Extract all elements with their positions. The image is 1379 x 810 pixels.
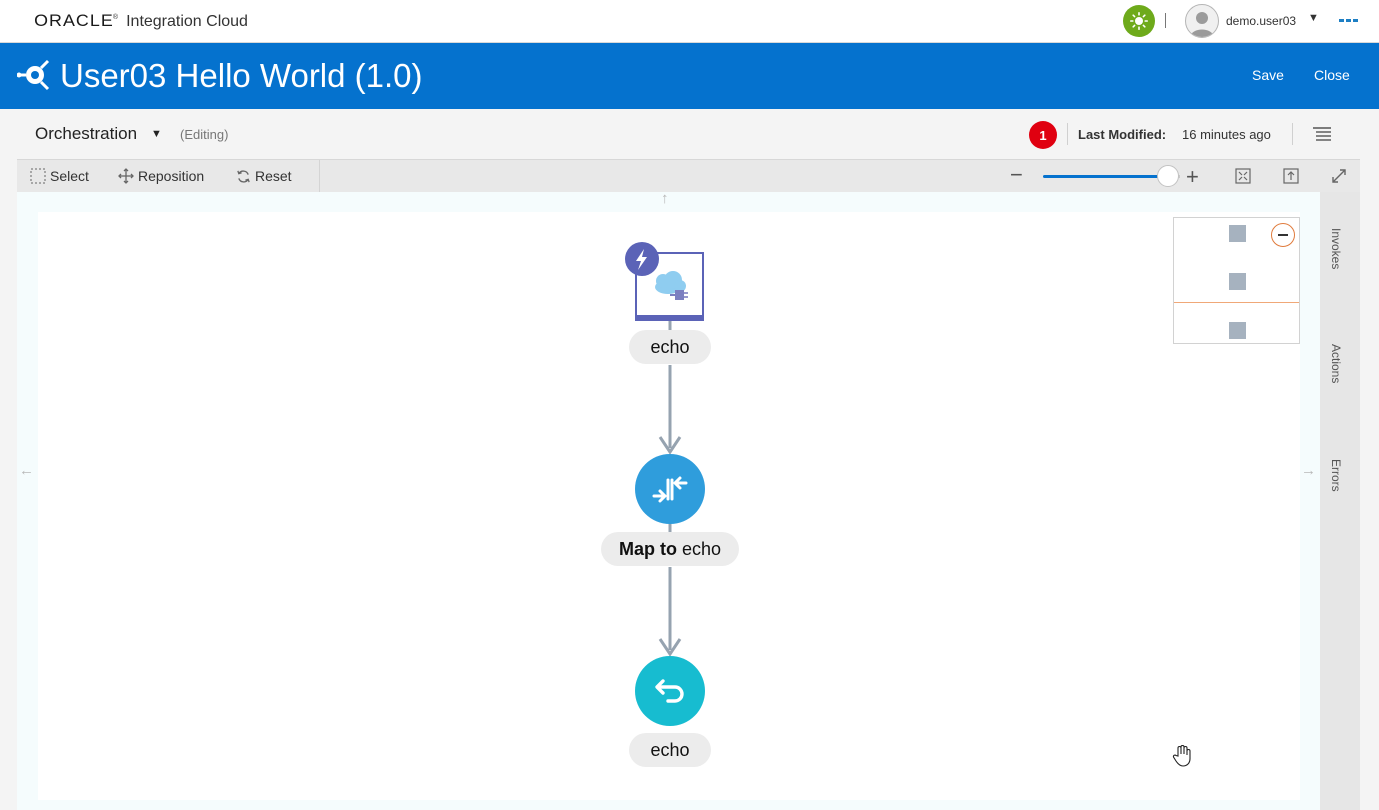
chevron-down-icon[interactable]: ▼ xyxy=(1308,12,1319,24)
close-button[interactable]: Close xyxy=(1314,67,1350,83)
avatar[interactable] xyxy=(1185,4,1219,38)
zoom-out-button[interactable]: − xyxy=(1010,164,1023,186)
scroll-right-arrow[interactable]: → xyxy=(1301,462,1316,479)
trigger-node-label[interactable]: echo xyxy=(629,330,711,364)
username[interactable]: demo.user03 xyxy=(1226,14,1296,28)
divider xyxy=(319,160,320,192)
fit-to-screen-icon[interactable] xyxy=(1235,168,1251,184)
save-button[interactable]: Save xyxy=(1252,67,1284,83)
map-node[interactable] xyxy=(634,453,706,525)
hand-cursor-icon xyxy=(1172,745,1191,767)
sun-icon[interactable] xyxy=(1123,5,1155,37)
more-icon[interactable] xyxy=(1339,19,1358,22)
return-node[interactable] xyxy=(634,655,706,727)
canvas-toolbar: Select Reposition Reset − + xyxy=(17,159,1360,192)
mode-label: (Editing) xyxy=(180,127,229,142)
oracle-logo: ORACLE ® Integration Cloud xyxy=(34,11,248,31)
integration-title: User03 Hello World (1.0) xyxy=(60,57,423,94)
list-icon[interactable] xyxy=(1313,127,1331,141)
divider xyxy=(1067,123,1068,145)
map-node-label[interactable]: Map to echo xyxy=(601,532,739,566)
zoom-in-button[interactable]: + xyxy=(1186,164,1199,190)
minimap-node xyxy=(1229,322,1246,339)
chevron-down-icon[interactable]: ▼ xyxy=(151,128,162,140)
move-icon xyxy=(118,168,134,184)
select-tool[interactable]: Select xyxy=(30,168,89,184)
integration-icon xyxy=(17,59,50,91)
select-icon xyxy=(30,168,46,184)
tab-actions[interactable]: Actions xyxy=(1329,344,1343,383)
center-icon[interactable] xyxy=(1283,168,1299,184)
refresh-icon xyxy=(237,169,250,183)
select-label: Select xyxy=(50,168,89,184)
tab-invokes[interactable]: Invokes xyxy=(1329,228,1343,269)
reposition-tool[interactable]: Reposition xyxy=(118,168,204,184)
reset-tool[interactable]: Reset xyxy=(236,168,292,184)
zoom-slider-handle[interactable] xyxy=(1157,165,1179,187)
node-label-text: echo xyxy=(650,336,690,357)
return-node-label[interactable]: echo xyxy=(629,733,711,767)
scroll-left-arrow[interactable]: ← xyxy=(19,462,34,479)
node-label-text: echo xyxy=(650,739,690,760)
integration-header: User03 Hello World (1.0) Save Close xyxy=(0,43,1379,109)
minimap-node xyxy=(1229,225,1246,242)
last-modified-label: Last Modified: xyxy=(1078,127,1167,142)
divider xyxy=(1165,13,1166,28)
zoom-slider-track[interactable] xyxy=(1043,175,1168,178)
scroll-up-arrow[interactable]: ↑ xyxy=(661,190,669,207)
product-name: Integration Cloud xyxy=(126,13,248,30)
divider xyxy=(1292,123,1293,145)
reposition-label: Reposition xyxy=(138,168,205,184)
tab-errors[interactable]: Errors xyxy=(1329,459,1343,492)
collapse-minimap-icon[interactable] xyxy=(1271,223,1295,247)
last-modified-value: 16 minutes ago xyxy=(1182,127,1271,142)
minimap[interactable] xyxy=(1173,217,1300,344)
side-panel: Invokes Actions Errors xyxy=(1320,192,1360,810)
trigger-node-echo[interactable] xyxy=(625,241,709,325)
minimap-node xyxy=(1229,273,1246,290)
registered-mark: ® xyxy=(112,14,119,21)
top-bar: ORACLE ® Integration Cloud demo.user03 ▼ xyxy=(0,0,1379,43)
orchestration-dropdown[interactable]: Orchestration xyxy=(35,124,137,144)
reset-label: Reset xyxy=(255,168,292,184)
expand-icon[interactable] xyxy=(1331,168,1347,184)
brand-name: ORACLE xyxy=(34,11,114,30)
minimap-viewport-line xyxy=(1174,302,1299,303)
orchestration-bar: Orchestration ▼ (Editing) 1 Last Modifie… xyxy=(0,109,1379,159)
node-label-text: echo xyxy=(681,538,722,559)
error-count-badge[interactable]: 1 xyxy=(1029,121,1057,149)
node-label-bold: Map to xyxy=(618,538,677,559)
